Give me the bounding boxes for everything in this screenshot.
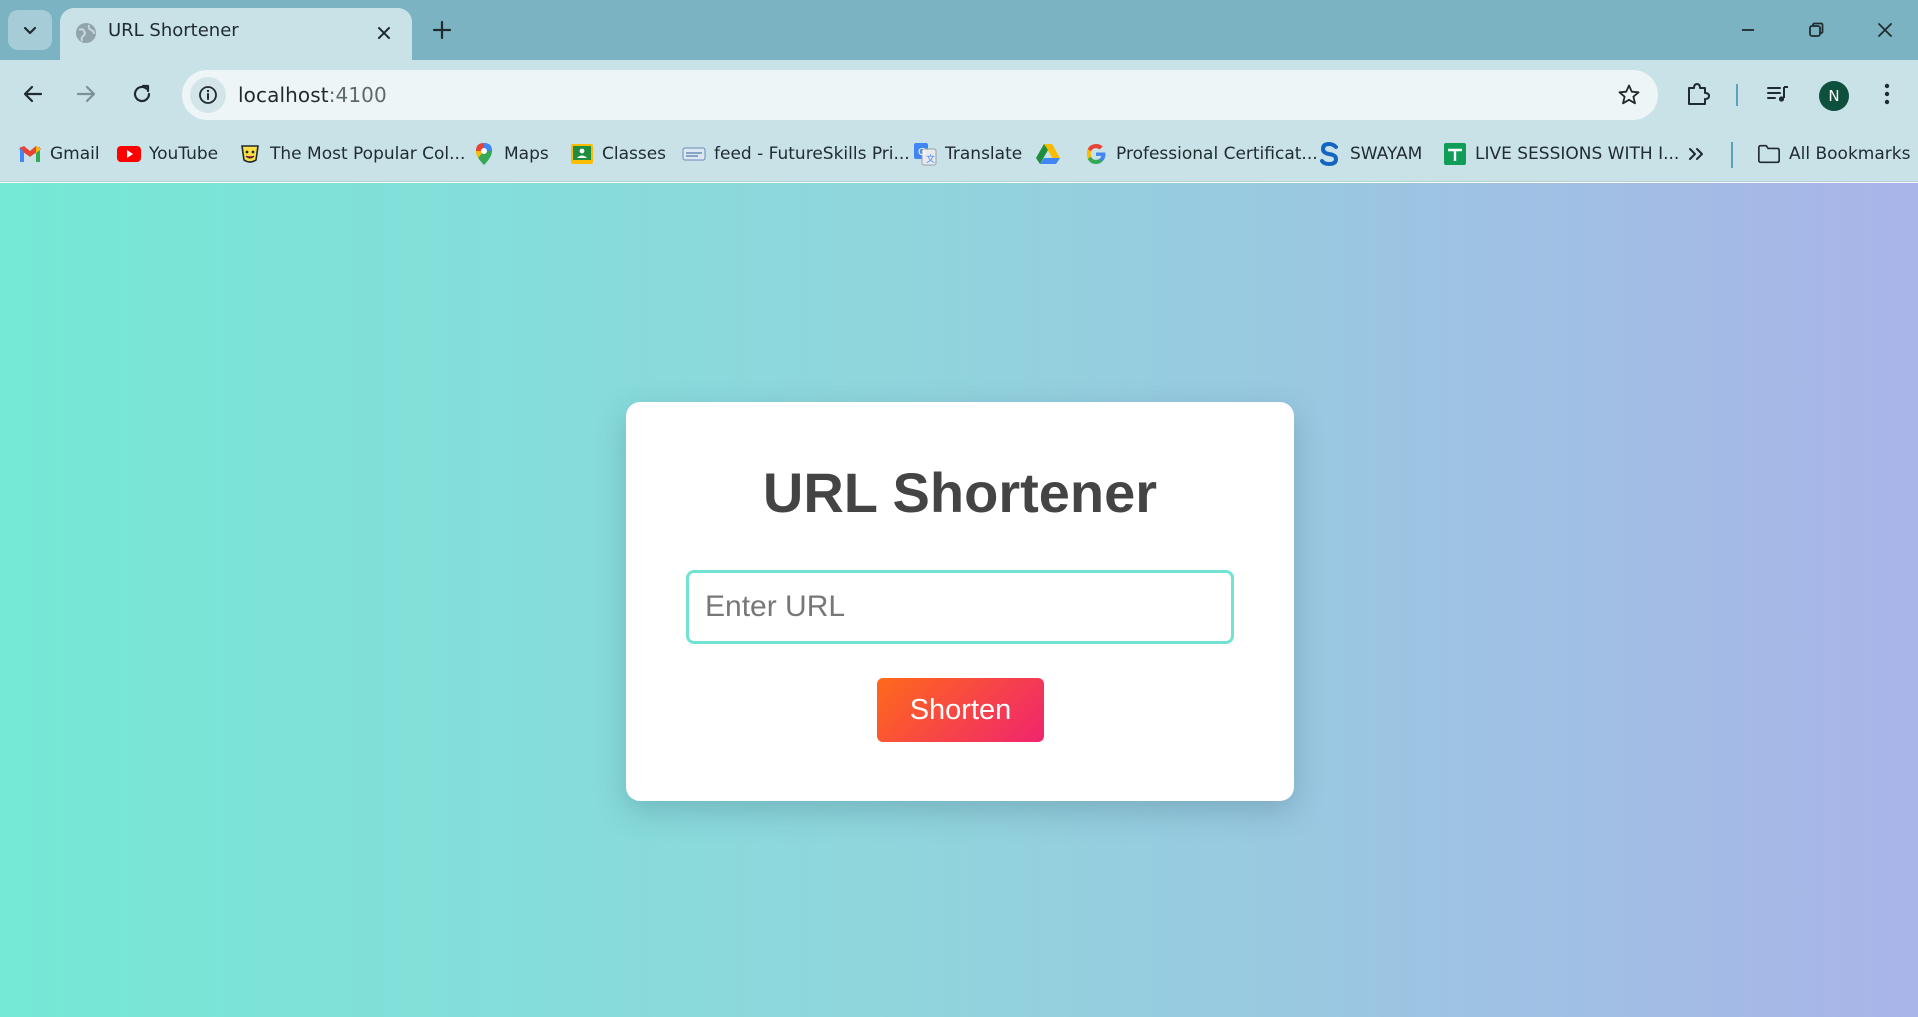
browser-titlebar: URL Shortener — [0, 0, 1918, 60]
new-tab-button[interactable] — [428, 16, 456, 44]
folder-icon — [1757, 142, 1781, 166]
bookmark-translate[interactable]: G文 Translate — [913, 139, 1022, 169]
all-bookmarks-label: All Bookmarks — [1789, 144, 1911, 164]
chevron-down-icon — [23, 26, 37, 35]
bookmark-label: Classes — [602, 144, 667, 164]
bookmark-drive[interactable] — [1036, 139, 1060, 169]
tab-url-shortener[interactable]: URL Shortener — [60, 8, 412, 60]
menu-button[interactable] — [1869, 76, 1905, 112]
more-bookmarks-button[interactable] — [1684, 139, 1708, 169]
close-window-button[interactable] — [1869, 14, 1901, 46]
close-icon — [378, 27, 390, 39]
bookmarks-divider — [1731, 142, 1733, 168]
bookmark-swayam[interactable]: SWAYAM — [1318, 139, 1422, 169]
bookmark-label: LIVE SESSIONS WITH I... — [1475, 144, 1680, 164]
bookmark-label: Professional Certificat... — [1116, 144, 1318, 164]
browser-toolbar: localhost:4100 N — [0, 60, 1918, 128]
futureskills-icon — [682, 142, 706, 166]
minimize-icon — [1742, 29, 1754, 31]
arrow-right-icon — [76, 85, 96, 103]
translate-icon: G文 — [913, 142, 937, 166]
shortener-card: URL Shortener Shorten — [626, 402, 1294, 801]
site-info-button[interactable] — [190, 77, 226, 113]
sheets-icon — [1443, 142, 1467, 166]
reload-button[interactable] — [124, 76, 160, 112]
plus-icon — [432, 20, 452, 40]
bookmark-star-button[interactable] — [1616, 82, 1642, 108]
reload-icon — [133, 84, 151, 103]
bookmarks-bar: Gmail YouTube The Most Popular Col... Ma… — [0, 128, 1918, 182]
extensions-button[interactable] — [1680, 76, 1716, 112]
bookmark-label: YouTube — [149, 144, 219, 164]
minimize-button[interactable] — [1732, 14, 1764, 46]
bookmark-label: SWAYAM — [1350, 144, 1423, 164]
bookmark-classes[interactable]: Classes — [570, 139, 666, 169]
youtube-icon — [117, 142, 141, 166]
puzzle-icon — [1688, 83, 1710, 105]
bookmark-professional-certificate[interactable]: Professional Certificat... — [1084, 139, 1318, 169]
swayam-icon — [1318, 142, 1342, 166]
tab-title: URL Shortener — [108, 20, 239, 41]
close-icon — [1878, 23, 1892, 37]
restore-button[interactable] — [1800, 14, 1832, 46]
arrow-left-icon — [23, 85, 43, 103]
star-icon — [1618, 84, 1640, 105]
page-background: URL Shortener Shorten — [0, 183, 1918, 1017]
gmail-icon — [18, 142, 42, 166]
bookmark-youtube[interactable]: YouTube — [117, 139, 218, 169]
popular-icon — [238, 142, 262, 166]
tab-close-button[interactable] — [372, 21, 396, 45]
svg-text:G: G — [918, 147, 926, 158]
bookmark-live-sessions[interactable]: LIVE SESSIONS WITH I... — [1443, 139, 1679, 169]
bookmark-maps[interactable]: Maps — [472, 139, 549, 169]
url-host: localhost — [238, 83, 329, 107]
google-icon — [1084, 142, 1108, 166]
bookmark-most-popular[interactable]: The Most Popular Col... — [238, 139, 465, 169]
bookmark-label: Maps — [504, 144, 549, 164]
double-chevron-right-icon — [1684, 142, 1708, 166]
back-button[interactable] — [15, 76, 51, 112]
restore-icon — [1809, 22, 1824, 37]
url-port: :4100 — [328, 83, 387, 107]
media-playlist-icon — [1767, 86, 1788, 102]
bookmark-futureskills[interactable]: feed - FutureSkills Pri... — [682, 139, 910, 169]
tab-search-button[interactable] — [8, 10, 52, 50]
shorten-button[interactable]: Shorten — [877, 678, 1044, 742]
maps-icon — [472, 142, 496, 166]
url-text: localhost:4100 — [238, 83, 387, 107]
page-title: URL Shortener — [762, 461, 1158, 524]
bookmark-label: feed - FutureSkills Pri... — [714, 144, 910, 164]
svg-text:文: 文 — [926, 153, 935, 165]
profile-avatar[interactable]: N — [1819, 81, 1849, 111]
globe-icon — [76, 23, 96, 43]
toolbar-divider — [1736, 84, 1738, 106]
bookmark-label: Translate — [945, 144, 1023, 164]
url-input[interactable] — [686, 570, 1234, 644]
classes-icon — [570, 142, 594, 166]
bookmark-label: The Most Popular Col... — [270, 144, 466, 164]
info-icon — [199, 86, 217, 104]
forward-button[interactable] — [68, 76, 104, 112]
media-controls-button[interactable] — [1760, 76, 1796, 112]
drive-icon — [1036, 142, 1060, 166]
bookmark-label: Gmail — [50, 144, 100, 164]
more-vertical-icon — [1884, 83, 1890, 105]
all-bookmarks-button[interactable]: All Bookmarks — [1757, 139, 1910, 169]
bookmark-gmail[interactable]: Gmail — [18, 139, 100, 169]
address-bar[interactable]: localhost:4100 — [182, 70, 1658, 120]
